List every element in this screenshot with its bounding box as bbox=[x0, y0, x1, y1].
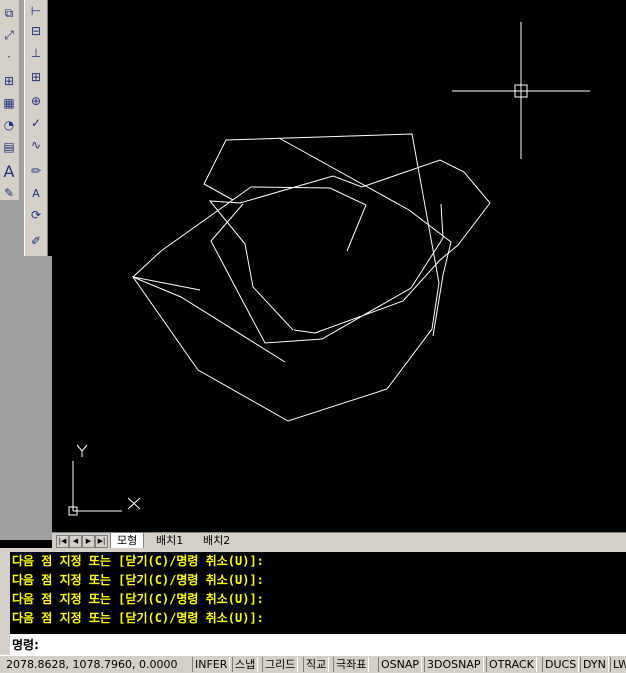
status-osnap-button[interactable]: OSNAP bbox=[378, 657, 423, 672]
dim-aligned-icon[interactable]: ⊟ bbox=[27, 22, 45, 40]
zoom-prev-icon[interactable]: ⤢ bbox=[0, 26, 18, 44]
coordinate-readout: 2078.8628, 1078.7960, 0.0000 bbox=[6, 658, 178, 671]
tab-next-button[interactable]: ▶ bbox=[82, 535, 95, 548]
status-infer-button[interactable]: INFER bbox=[192, 657, 231, 672]
dim-text-icon[interactable]: A bbox=[27, 184, 45, 202]
layout-tabs-bar: |◀ ◀ ▶ ▶| 모형 배치1 배치2 bbox=[52, 532, 626, 549]
status-snap-button[interactable]: 스냅 bbox=[232, 657, 259, 672]
polyline-loop bbox=[278, 137, 452, 337]
text-icon[interactable]: A bbox=[0, 162, 18, 181]
dim-baseline-icon[interactable]: ⊞ bbox=[27, 68, 45, 86]
polyline-outer bbox=[131, 186, 367, 291]
tab-layout1[interactable]: 배치1 bbox=[150, 533, 189, 548]
ucs-icon bbox=[68, 444, 141, 516]
polyline-inner bbox=[210, 203, 444, 344]
draw-toolbar: ⧉ ⤢ · ⊞ ▦ ◔ ▤ A ✎ bbox=[0, 0, 20, 200]
status-3dosnap-button[interactable]: 3DOSNAP bbox=[424, 657, 484, 672]
point-icon[interactable]: · bbox=[0, 48, 18, 66]
command-line: 다음 점 지정 또는 [닫기(C)/명령 취소(U)]: bbox=[12, 611, 264, 625]
polyline-hexagon bbox=[131, 133, 440, 422]
toolbar-dock-bg-2 bbox=[24, 256, 52, 540]
command-line: 다음 점 지정 또는 [닫기(C)/명령 취소(U)]: bbox=[12, 573, 264, 587]
dim-ordinate-icon[interactable]: ⊥ bbox=[27, 44, 45, 62]
dimension-toolbar: ⊢ ⊟ ⊥ ⊞ ⊕ ✓ ∿ ✏ A ⟳ ✐ bbox=[24, 0, 48, 256]
dim-update-icon[interactable]: ⟳ bbox=[27, 206, 45, 224]
polyline-mid bbox=[208, 159, 491, 334]
status-ducs-button[interactable]: DUCS bbox=[542, 657, 580, 672]
command-prompt-label: 명령: bbox=[12, 638, 39, 652]
status-ortho-button[interactable]: 직교 bbox=[303, 657, 330, 672]
dim-style-icon[interactable]: ✐ bbox=[27, 232, 45, 250]
hatch-icon[interactable]: ▦ bbox=[0, 94, 18, 112]
status-dyn-button[interactable]: DYN bbox=[580, 657, 609, 672]
drawing-svg bbox=[68, 22, 590, 516]
tab-last-button[interactable]: ▶| bbox=[95, 535, 108, 548]
drawing-canvas[interactable] bbox=[52, 0, 626, 532]
dim-center-icon[interactable]: ⊕ bbox=[27, 92, 45, 110]
status-otrack-button[interactable]: OTRACK bbox=[486, 657, 537, 672]
status-bar: 2078.8628, 1078.7960, 0.0000 INFER 스냅 그리… bbox=[0, 655, 626, 673]
tab-prev-button[interactable]: ◀ bbox=[69, 535, 82, 548]
status-lw-button[interactable]: LW bbox=[610, 657, 626, 672]
tab-first-button[interactable]: |◀ bbox=[56, 535, 69, 548]
status-polar-button[interactable]: 극좌표 bbox=[333, 657, 370, 672]
tab-model[interactable]: 모형 bbox=[110, 533, 145, 549]
block-icon[interactable]: ⊞ bbox=[0, 72, 18, 90]
status-grid-button[interactable]: 그리드 bbox=[262, 657, 299, 672]
command-line: 다음 점 지정 또는 [닫기(C)/명령 취소(U)]: bbox=[12, 592, 264, 606]
zoom-window-icon[interactable]: ⧉ bbox=[0, 4, 18, 22]
table-icon[interactable]: ▤ bbox=[0, 138, 18, 156]
command-line: 다음 점 지정 또는 [닫기(C)/명령 취소(U)]: bbox=[12, 554, 264, 568]
crosshair-cursor bbox=[452, 22, 590, 159]
dim-jog-icon[interactable]: ∿ bbox=[27, 136, 45, 154]
command-history: 다음 점 지정 또는 [닫기(C)/명령 취소(U)]: 다음 점 지정 또는 … bbox=[0, 552, 626, 634]
tab-layout2[interactable]: 배치2 bbox=[197, 533, 236, 548]
command-input[interactable]: 명령: bbox=[0, 634, 626, 655]
toolbar-dock-bg bbox=[0, 200, 24, 540]
region-icon[interactable]: ◔ bbox=[0, 116, 18, 134]
dim-quick-icon[interactable]: ✓ bbox=[27, 114, 45, 132]
dim-edit-icon[interactable]: ✏ bbox=[27, 162, 45, 180]
dim-linear-icon[interactable]: ⊢ bbox=[27, 2, 45, 20]
